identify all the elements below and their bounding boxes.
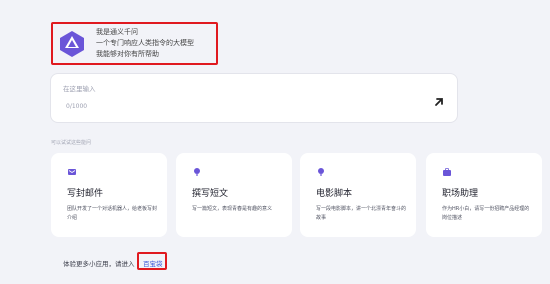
arrow-up-right-icon[interactable] [433, 96, 445, 108]
card-write-email[interactable]: 写封邮件 团队开发了一个对话机器人，给老板写封介绍 [51, 153, 167, 237]
card-title: 撰写短文 [192, 189, 229, 199]
card-movie-script[interactable]: 电影脚本 写一段电影脚本，讲一个北漂青年奋斗的故事 [300, 153, 416, 237]
prompt-input-card[interactable]: 在这里输入 0/1000 [50, 73, 458, 123]
intro-section: 我是通义千问 一个专门响应人类指令的大模型 我能够对你有所帮助 [51, 22, 218, 65]
card-write-essay[interactable]: 撰写短文 写一篇短文，表现青春是有趣的意义 [176, 153, 292, 237]
footer-text: 体验更多小应用，请进入 [63, 260, 135, 268]
intro-line-3: 我能够对你有所帮助 [96, 50, 159, 58]
tongyi-logo-icon [60, 31, 84, 57]
card-desc: 作为HR小白，请写一份招聘产品经理的岗位描述 [442, 206, 530, 221]
footer-link-highlight: 百宝袋 [137, 252, 167, 270]
pen-icon [194, 168, 200, 176]
card-desc: 写一段电影脚本，讲一个北漂青年奋斗的故事 [316, 206, 407, 221]
char-counter: 0/1000 [66, 103, 88, 110]
briefcase-icon [443, 168, 451, 176]
card-desc: 写一篇短文，表现青春是有趣的意义 [192, 206, 273, 212]
intro-line-2: 一个专门响应人类指令的大模型 [96, 39, 194, 47]
card-desc: 团队开发了一个对话机器人，给老板写封介绍 [67, 206, 158, 221]
card-title: 写封邮件 [67, 189, 104, 199]
card-title: 职场助理 [442, 189, 479, 199]
card-title: 电影脚本 [316, 189, 353, 199]
mail-icon [68, 169, 76, 175]
prompt-input[interactable]: 在这里输入 [63, 83, 96, 93]
baibaodai-link[interactable]: 百宝袋 [143, 258, 163, 268]
footer: 体验更多小应用，请进入 百宝袋 [51, 247, 459, 279]
card-workplace-assistant[interactable]: 职场助理 作为HR小白，请写一份招聘产品经理的岗位描述 [426, 153, 542, 237]
film-icon [318, 168, 324, 176]
intro-line-1: 我是通义千问 [96, 28, 138, 36]
section-label: 可以试试这些能问 [51, 140, 92, 146]
